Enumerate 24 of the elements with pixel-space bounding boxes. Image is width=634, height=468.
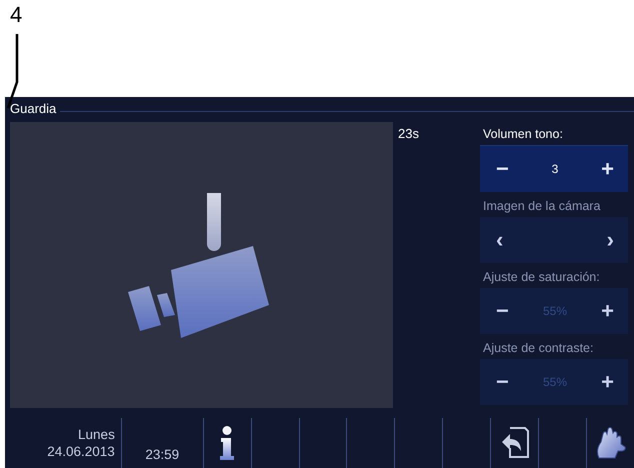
setting-value: 55% bbox=[542, 304, 568, 318]
next-button[interactable]: › bbox=[604, 228, 616, 252]
setting-label: Volumen tono: bbox=[482, 126, 564, 142]
hand-icon[interactable] bbox=[596, 426, 626, 460]
weekday-label: Lunes bbox=[78, 426, 115, 443]
clock-time: 23:59 bbox=[145, 447, 180, 462]
previous-button[interactable]: ‹ bbox=[494, 228, 506, 252]
plus-button[interactable]: + bbox=[599, 157, 616, 181]
setting-value: 55% bbox=[542, 375, 568, 389]
plus-button[interactable]: + bbox=[599, 370, 616, 394]
setting-value: 3 bbox=[552, 162, 558, 176]
minus-button[interactable]: − bbox=[494, 157, 511, 181]
minus-button[interactable]: − bbox=[494, 299, 511, 323]
plus-button[interactable]: + bbox=[599, 299, 616, 323]
setting-label: Ajuste de saturación: bbox=[482, 268, 601, 286]
info-icon[interactable] bbox=[220, 426, 234, 460]
date-label: 24.06.2013 bbox=[47, 443, 115, 460]
setting-label: Ajuste de contraste: bbox=[482, 340, 594, 357]
call-timer: 23s bbox=[398, 126, 419, 141]
setting-label: Imagen de la cámara bbox=[482, 198, 602, 215]
callout-number: 4 bbox=[10, 2, 22, 28]
minus-button[interactable]: − bbox=[494, 370, 511, 394]
window-title: Guardia bbox=[10, 100, 56, 116]
back-card-icon[interactable] bbox=[500, 427, 530, 459]
